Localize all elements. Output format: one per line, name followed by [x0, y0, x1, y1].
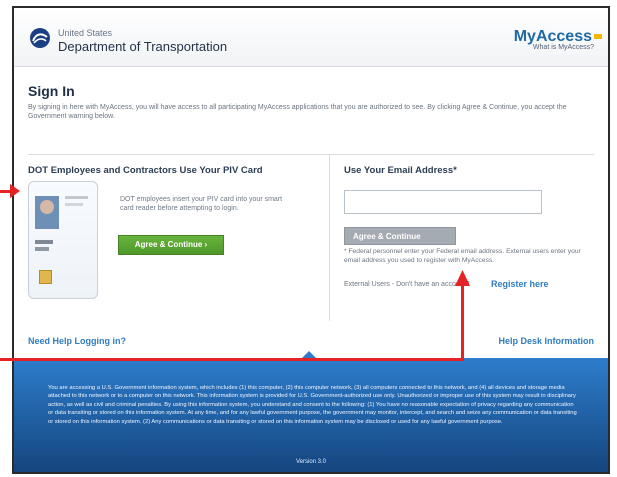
annotation-arrowhead-up-icon [455, 270, 470, 286]
card-chip-icon [39, 270, 52, 284]
help-links: Need Help Logging in? Help Desk Informat… [28, 336, 594, 350]
piv-instructions: DOT employees insert your PIV card into … [120, 196, 283, 213]
signin-panel: DOT Employees and Contractors Use Your P… [28, 154, 594, 321]
page-header: United States Department of Transportati… [14, 8, 608, 67]
need-help-link[interactable]: Need Help Logging in? [28, 336, 126, 346]
annotation-line-vertical [461, 284, 464, 361]
warning-text: You are accessing a U.S. Government info… [48, 385, 577, 425]
notice-pointer [302, 351, 316, 358]
email-instructions: * Federal personnel enter your Federal e… [344, 248, 581, 265]
card-person-head [40, 200, 54, 214]
piv-card-image [28, 181, 98, 299]
register-link[interactable]: Register here [491, 279, 549, 289]
card-name-line [35, 247, 49, 251]
card-name-line [35, 240, 53, 244]
piv-section: DOT Employees and Contractors Use Your P… [28, 155, 314, 321]
piv-agree-continue-button[interactable]: Agree & Continue › [118, 235, 224, 255]
agency-country: United States [58, 28, 113, 38]
card-line [65, 203, 83, 206]
piv-section-title: DOT Employees and Contractors Use Your P… [28, 165, 263, 176]
brand-arrow-icon [594, 34, 602, 39]
login-window: United States Department of Transportati… [12, 6, 610, 474]
card-line [65, 196, 88, 199]
email-field[interactable] [344, 190, 542, 214]
what-is-myaccess-link[interactable]: What is MyAccess? [533, 44, 594, 51]
annotation-line-horizontal [0, 358, 464, 361]
help-desk-link[interactable]: Help Desk Information [498, 336, 594, 346]
agency-name: Department of Transportation [58, 39, 228, 54]
dot-seal-icon [30, 28, 50, 48]
external-users-text: External Users - Don't have an account? [344, 281, 470, 288]
version-label: Version 3.0 [295, 459, 327, 465]
annotation-arrowhead-left-icon [10, 184, 20, 198]
government-warning-notice: You are accessing a U.S. Government info… [14, 351, 608, 472]
email-section-title: Use Your Email Address* [344, 165, 457, 176]
signin-description: By signing in here with MyAccess, you wi… [28, 104, 567, 121]
email-agree-continue-button[interactable]: Agree & Continue [344, 227, 456, 245]
page-title: Sign In [28, 83, 75, 99]
